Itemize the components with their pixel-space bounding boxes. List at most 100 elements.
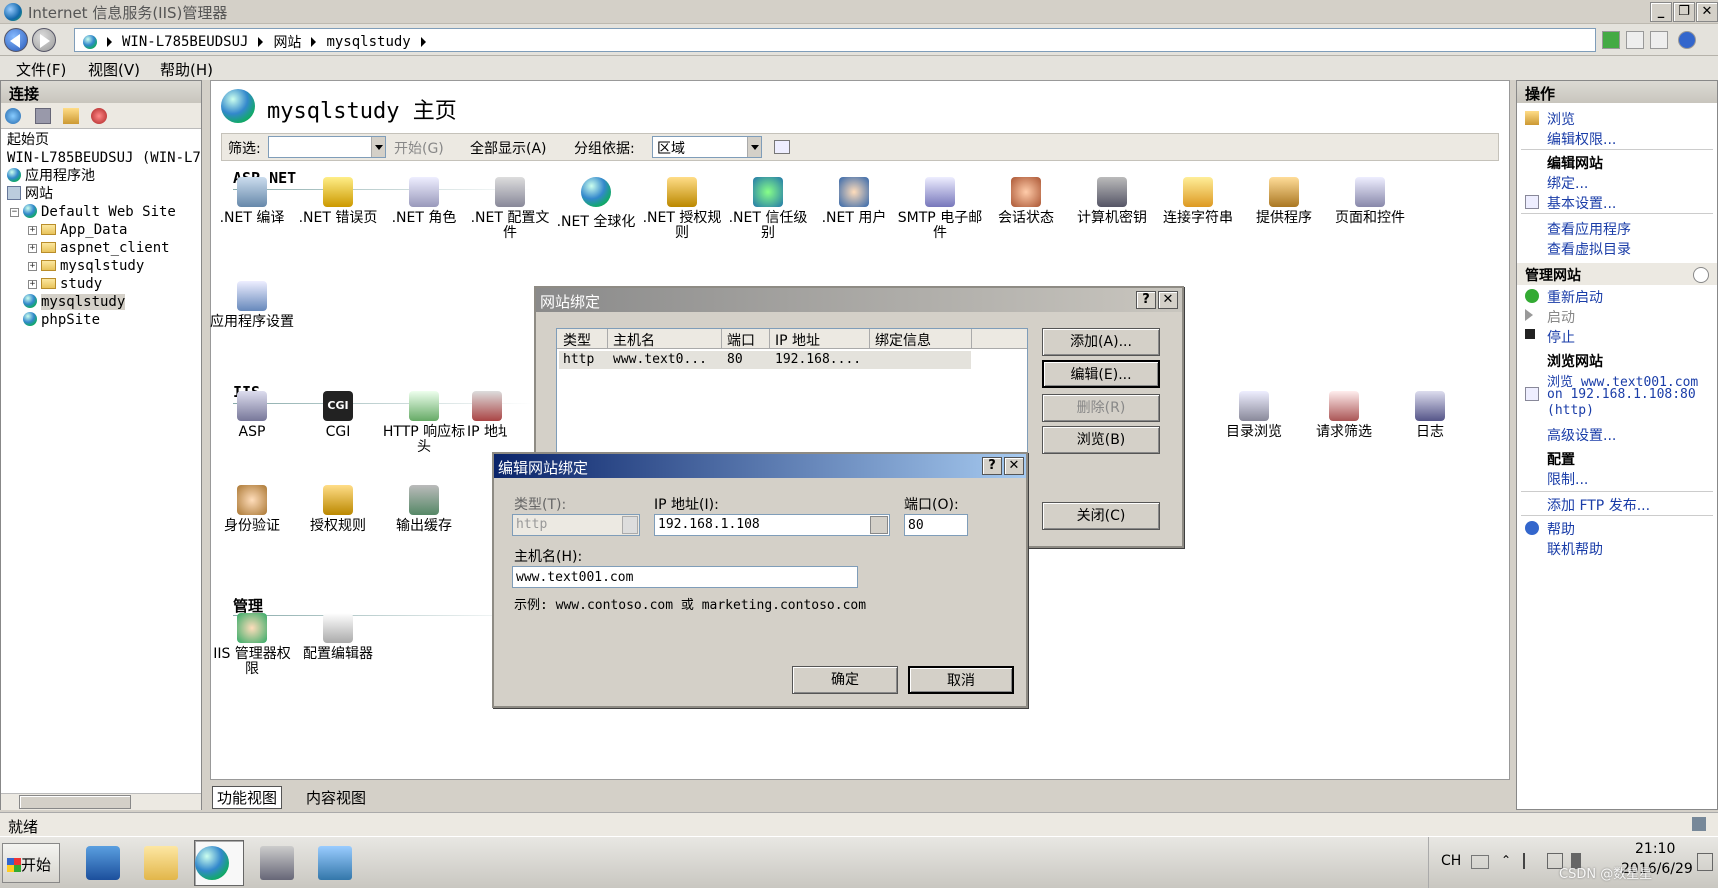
action-limits[interactable]: 限制... — [1547, 469, 1588, 489]
expand-toggle[interactable]: + — [28, 226, 37, 235]
feature-net-roles[interactable]: .NET 角色 — [381, 177, 467, 226]
feature-net-compile[interactable]: .NET 编译 — [209, 177, 295, 226]
feature-cgi[interactable]: CGI CGI — [295, 391, 381, 440]
back-button[interactable] — [4, 28, 28, 52]
tree-app-pools[interactable]: 应用程序池 — [7, 167, 95, 185]
action-edit-permissions[interactable]: 编辑权限... — [1547, 129, 1616, 149]
edit-dialog-close-button[interactable]: ✕ — [1004, 457, 1024, 475]
horizontal-scrollbar[interactable] — [1, 793, 201, 810]
feature-net-globalization[interactable]: .NET 全球化 — [553, 177, 639, 230]
feature-logging[interactable]: 日志 — [1387, 391, 1473, 440]
action-online-help[interactable]: 联机帮助 — [1547, 539, 1603, 559]
expand-toggle[interactable]: + — [28, 262, 37, 271]
view-mode-icon[interactable] — [774, 140, 790, 154]
feature-net-error-pages[interactable]: .NET 错误页 — [295, 177, 381, 226]
feature-machine-key[interactable]: 计算机密钥 — [1069, 177, 1155, 226]
language-indicator[interactable]: CH — [1441, 853, 1461, 869]
action-browse-url-host[interactable]: on 192.168.1.108:80 — [1547, 387, 1696, 402]
feature-session-state[interactable]: 会话状态 — [983, 177, 1069, 226]
feature-net-users[interactable]: .NET 用户 — [811, 177, 897, 226]
browse-binding-button[interactable]: 浏览(B) — [1042, 426, 1160, 454]
action-help[interactable]: 帮助 — [1547, 519, 1575, 539]
action-restart[interactable]: 重新启动 — [1547, 287, 1603, 307]
scroll-thumb[interactable] — [19, 795, 131, 809]
action-stop[interactable]: 停止 — [1547, 327, 1575, 347]
show-hidden-icons[interactable]: ⌃ — [1501, 853, 1511, 867]
action-advanced-settings[interactable]: 高级设置... — [1547, 425, 1616, 445]
action-view-vdirs[interactable]: 查看虚拟目录 — [1547, 239, 1631, 259]
feature-smtp-email[interactable]: SMTP 电子邮件 — [897, 177, 983, 241]
tree-phpsite[interactable]: phpSite — [23, 311, 100, 329]
crumb-site[interactable]: mysqlstudy — [326, 34, 410, 50]
connect-icon[interactable] — [5, 108, 21, 124]
tree-mysqlstudy[interactable]: mysqlstudy — [23, 293, 126, 311]
feature-providers[interactable]: 提供程序 — [1241, 177, 1327, 226]
action-start[interactable]: 启动 — [1547, 307, 1575, 327]
tree-server[interactable]: WIN-L785BEUDSUJ (WIN-L785 — [7, 149, 201, 167]
col-port[interactable]: 端口 — [727, 330, 755, 350]
host-name-input[interactable] — [512, 566, 858, 588]
start-button[interactable]: 开始 — [2, 843, 60, 883]
help-icon[interactable] — [1678, 31, 1696, 49]
feature-output-cache[interactable]: 输出缓存 — [381, 485, 467, 534]
menu-view[interactable]: 视图(V) — [88, 59, 140, 80]
taskbar-server-manager[interactable] — [252, 840, 302, 886]
chevron-down-icon[interactable] — [870, 516, 888, 534]
col-ip[interactable]: IP 地址 — [775, 330, 820, 350]
edit-binding-button[interactable]: 编辑(E)... — [1042, 360, 1160, 388]
dialog-close-button[interactable]: ✕ — [1158, 291, 1178, 309]
feature-app-settings[interactable]: 应用程序设置 — [209, 281, 295, 330]
chevron-down-icon[interactable] — [371, 137, 385, 157]
col-host[interactable]: 主机名 — [613, 330, 655, 350]
tree-app-data[interactable]: App_Data — [41, 221, 127, 239]
crumb-server[interactable]: WIN-L785BEUDSUJ — [122, 34, 248, 50]
feature-request-filtering[interactable]: 请求筛选 — [1301, 391, 1387, 440]
feature-authorization-rules[interactable]: 授权规则 — [295, 485, 381, 534]
expand-toggle[interactable]: + — [28, 280, 37, 289]
menu-help[interactable]: 帮助(H) — [160, 59, 213, 80]
tree-sites[interactable]: 网站 — [7, 185, 53, 203]
action-browse-url-proto[interactable]: (http) — [1547, 403, 1594, 418]
table-row[interactable]: http www.text0... 80 192.168.... — [559, 351, 971, 369]
cancel-button[interactable]: 取消 — [908, 666, 1014, 694]
feature-iis-manager-permissions[interactable]: IIS 管理器权限 — [209, 613, 295, 677]
feature-connection-strings[interactable]: 连接字符串 — [1155, 177, 1241, 226]
address-box[interactable]: WIN-L785BEUDSUJ 网站 mysqlstudy — [74, 28, 1596, 52]
taskbar-iis-manager[interactable] — [194, 840, 244, 886]
dialog-help-button[interactable]: ? — [1136, 291, 1156, 309]
taskbar-remote[interactable] — [310, 840, 360, 886]
collapse-section-icon[interactable] — [1693, 267, 1709, 283]
feature-config-editor[interactable]: 配置编辑器 — [295, 613, 381, 662]
tree-study[interactable]: study — [41, 275, 102, 293]
feature-ip-address[interactable]: IP 地址 — [467, 391, 507, 440]
tree-start-page[interactable]: 起始页 — [7, 131, 49, 149]
save-icon[interactable] — [35, 108, 51, 124]
up-folder-icon[interactable] — [63, 108, 79, 124]
show-all-button[interactable]: 全部显示(A) — [470, 138, 547, 158]
expand-toggle[interactable]: + — [28, 244, 37, 253]
stop-icon[interactable] — [1626, 31, 1644, 49]
start-filter-button[interactable]: 开始(G) — [394, 138, 444, 158]
restore-button[interactable]: ❐ — [1673, 2, 1695, 22]
home-icon[interactable] — [1650, 31, 1668, 49]
type-select[interactable]: http — [512, 514, 640, 536]
close-bindings-button[interactable]: 关闭(C) — [1042, 502, 1160, 530]
col-info[interactable]: 绑定信息 — [875, 330, 931, 350]
flag-icon[interactable] — [1523, 853, 1537, 869]
ip-address-select[interactable]: 192.168.1.108 — [654, 514, 890, 536]
remove-binding-button[interactable]: 删除(R) — [1042, 394, 1160, 422]
keyboard-icon[interactable] — [1471, 855, 1489, 869]
collapse-toggle[interactable]: − — [10, 208, 19, 217]
col-type[interactable]: 类型 — [563, 330, 591, 350]
refresh-icon[interactable] — [1602, 31, 1620, 49]
action-basic-settings[interactable]: 基本设置... — [1547, 193, 1616, 213]
group-select[interactable]: 区域 — [652, 136, 762, 158]
action-view-apps[interactable]: 查看应用程序 — [1547, 219, 1631, 239]
tree-aspnet-client[interactable]: aspnet_client — [41, 239, 170, 257]
feature-pages-controls[interactable]: 页面和控件 — [1327, 177, 1413, 226]
feature-directory-browsing[interactable]: 目录浏览 — [1211, 391, 1297, 440]
tab-features-view[interactable]: 功能视图 — [212, 786, 283, 809]
close-window-button[interactable]: ✕ — [1696, 2, 1718, 22]
tree-sub-mysqlstudy[interactable]: mysqlstudy — [41, 257, 144, 275]
taskbar-explorer[interactable] — [136, 840, 186, 886]
